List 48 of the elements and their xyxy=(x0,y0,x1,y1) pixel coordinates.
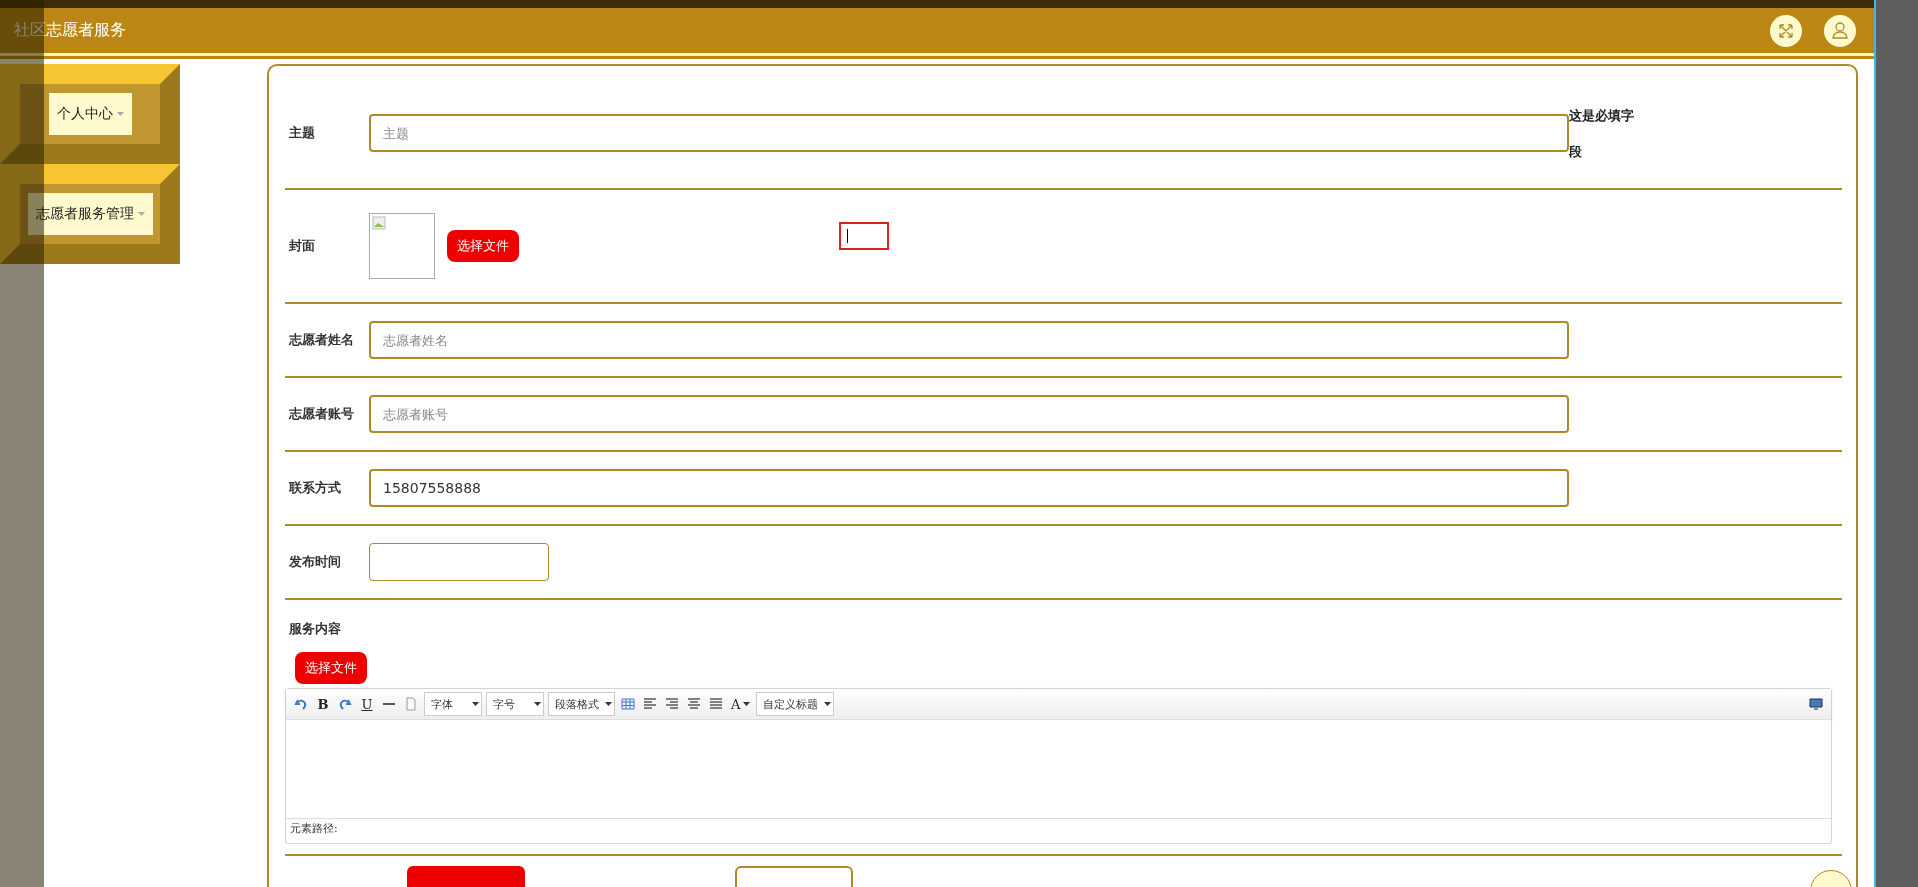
caret-icon xyxy=(824,702,832,706)
underline-button[interactable]: U xyxy=(358,693,376,715)
field-label: 服务内容 xyxy=(288,620,342,638)
table-icon xyxy=(621,697,635,711)
caret-icon xyxy=(116,112,124,116)
required-hint: 这是必填字段 xyxy=(1569,107,1635,161)
undo-icon xyxy=(294,697,308,711)
align-right-icon xyxy=(665,697,679,711)
text-input[interactable]: 志愿者账号 xyxy=(369,395,1569,433)
field-label: 志愿者账号 xyxy=(288,405,355,423)
fullscreen-button[interactable] xyxy=(1770,14,1802,47)
text-cursor-icon xyxy=(847,229,849,243)
sidebar-item[interactable]: 个人中心 xyxy=(0,64,180,164)
toolbar-dropdown[interactable]: 字号 xyxy=(486,692,544,716)
field-label: 联系方式 xyxy=(288,479,342,497)
field-label: 主题 xyxy=(288,124,316,142)
text-input[interactable]: 15807558888 xyxy=(369,469,1569,507)
toolbar-dropdown[interactable]: 自定义标题 xyxy=(756,692,835,716)
bold-button[interactable]: B xyxy=(314,693,332,715)
caret-icon xyxy=(137,212,145,216)
text-input[interactable]: 志愿者姓名 xyxy=(369,321,1569,359)
field-label: 发布时间 xyxy=(288,553,342,571)
font-color-button[interactable]: A xyxy=(729,693,753,715)
toolbar-dropdown[interactable]: 段落格式 xyxy=(548,692,615,716)
align-center-icon xyxy=(687,697,701,711)
user-icon xyxy=(1832,22,1848,39)
date-input[interactable] xyxy=(369,543,549,581)
broken-image-icon xyxy=(372,216,386,230)
expand-icon xyxy=(1778,22,1794,39)
page-icon xyxy=(404,697,418,711)
caret-icon xyxy=(605,702,612,706)
monitor-icon xyxy=(1809,697,1823,711)
choose-file-button[interactable]: 选择文件 xyxy=(295,652,367,684)
caret-icon xyxy=(534,702,541,706)
user-button[interactable] xyxy=(1824,14,1856,47)
rich-text-editor[interactable]: B U 字体 字号 段落格式 A 自定义标题 元素路径: xyxy=(285,688,1832,844)
justify-icon xyxy=(709,697,723,711)
choose-file-button[interactable]: 选择文件 xyxy=(447,230,519,262)
caret-icon xyxy=(743,702,751,706)
toolbar-dropdown[interactable]: 字体 xyxy=(424,692,482,716)
field-label: 封面 xyxy=(288,237,316,255)
text-input[interactable]: 主题 xyxy=(369,114,1569,152)
caret-icon xyxy=(472,702,479,706)
redo-icon xyxy=(338,697,352,711)
field-label: 志愿者姓名 xyxy=(288,331,355,349)
align-left-icon xyxy=(643,697,657,711)
element-path: 元素路径: xyxy=(286,818,1831,843)
app-title: 社区志愿者服务 xyxy=(14,20,127,41)
